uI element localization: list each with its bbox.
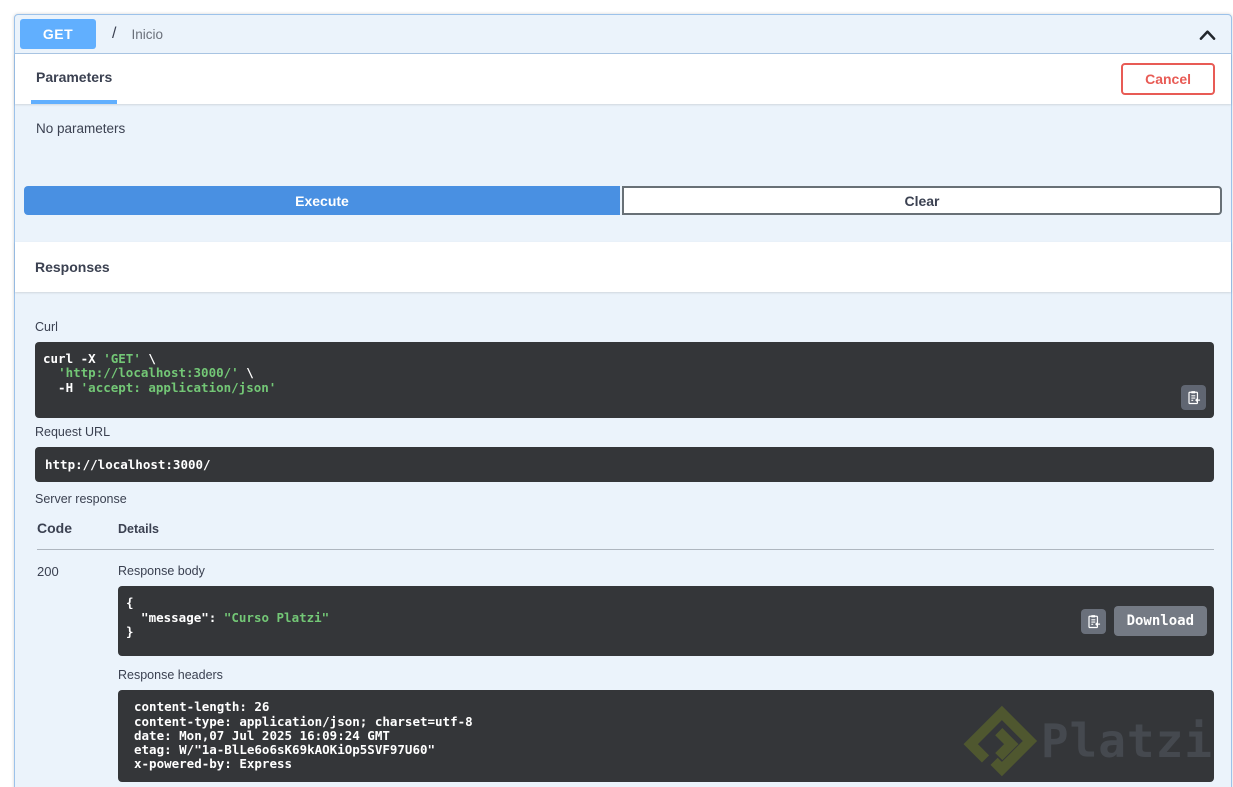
parameters-body: No parameters Execute Clear (15, 121, 1231, 242)
status-code: 200 (37, 564, 59, 580)
response-details: Response body { "message": "Curso Platzi… (118, 562, 1214, 782)
copy-to-clipboard-button[interactable] (1181, 385, 1206, 410)
server-response-label: Server response (35, 492, 127, 507)
responses-title: Responses (35, 259, 110, 275)
request-url-block: http://localhost:3000/ (35, 447, 1214, 483)
request-url-label: Request URL (35, 425, 111, 439)
details-column-header: Details (118, 522, 159, 537)
collapse-chevron-up-icon[interactable] (1198, 26, 1217, 42)
response-body-block: { "message": "Curso Platzi"} Download (118, 586, 1214, 657)
tab-parameters-label: Parameters (36, 69, 113, 85)
response-body-text: { "message": "Curso Platzi"} (126, 595, 330, 639)
curl-command-block: curl -X 'GET' \ 'http://localhost:3000/'… (35, 342, 1214, 418)
clipboard-copy-icon (1087, 614, 1100, 628)
curl-command-text: curl -X 'GET' \ 'http://localhost:3000/'… (43, 351, 277, 395)
code-column-header: Code (37, 520, 72, 537)
server-response-table: Code Details 200 Response body { "messag… (35, 520, 1214, 782)
endpoint-summary: Inicio (131, 26, 163, 42)
response-headers-text: content-length: 26 content-type: applicat… (134, 699, 473, 772)
response-row: 200 Response body { "message": "Curso Pl… (37, 550, 1214, 782)
tab-parameters[interactable]: Parameters (31, 54, 118, 104)
cancel-button[interactable]: Cancel (1121, 63, 1215, 95)
curl-label: Curl (35, 320, 58, 334)
operation-summary[interactable]: GET / Inicio (15, 15, 1231, 54)
copy-response-button[interactable] (1080, 608, 1106, 634)
response-headers-label: Response headers (118, 668, 223, 683)
request-url-value: http://localhost:3000/ (45, 457, 211, 472)
clear-button[interactable]: Clear (622, 186, 1222, 215)
http-method-badge: GET (20, 19, 96, 49)
response-body-controls: Download (1080, 606, 1207, 637)
response-table-header: Code Details (37, 520, 1214, 551)
no-parameters-text: No parameters (36, 121, 126, 136)
parameters-section-header: Parameters Cancel (15, 54, 1231, 104)
clipboard-copy-icon (1188, 391, 1201, 405)
opblock-get: GET / Inicio Parameters Cancel No parame… (14, 14, 1232, 787)
execute-button[interactable]: Execute (24, 186, 620, 215)
execute-wrapper: Execute Clear (24, 186, 1222, 242)
responses-section-header: Responses (15, 242, 1231, 292)
download-button[interactable]: Download (1113, 606, 1207, 637)
responses-body: Curl curl -X 'GET' \ 'http://localhost:3… (15, 292, 1231, 787)
endpoint-path: / (112, 25, 117, 42)
response-headers-block: content-length: 26 content-type: applicat… (118, 690, 1214, 782)
response-body-label: Response body (118, 564, 205, 579)
